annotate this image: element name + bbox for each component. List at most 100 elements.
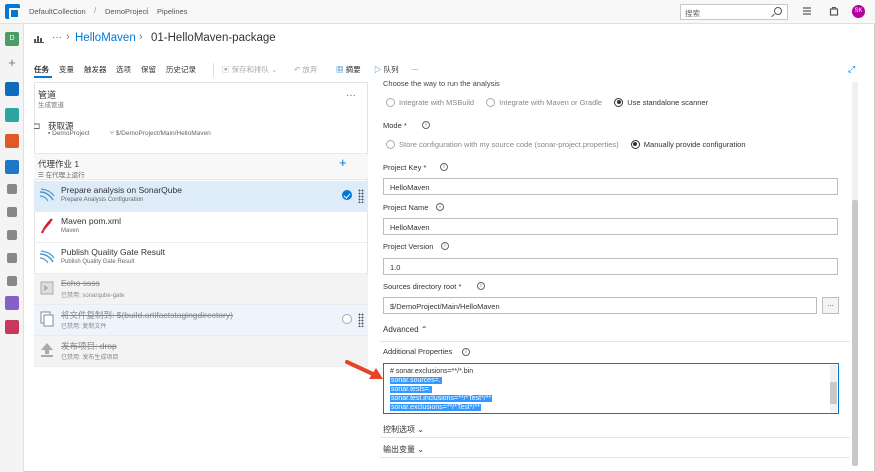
checklist-icon[interactable] xyxy=(802,6,812,16)
info-icon[interactable]: i xyxy=(462,348,470,356)
add-icon[interactable]: + xyxy=(5,56,19,70)
task-item-echo-disabled[interactable]: Echo ssss 已禁用: sonarqube-gate xyxy=(34,274,368,305)
add-task-plus-icon[interactable]: + xyxy=(339,156,347,169)
user-avatar[interactable]: SK xyxy=(852,5,865,18)
drag-handle-icon[interactable] xyxy=(358,313,364,327)
run-analysis-radio-group: Integrate with MSBuild Integrate with Ma… xyxy=(386,97,718,108)
server-icon: ☰ xyxy=(38,172,46,179)
pipeline-more-button[interactable]: ··· xyxy=(346,90,356,101)
info-icon[interactable]: i xyxy=(422,121,430,129)
radio-circle[interactable] xyxy=(386,97,395,107)
textarea-line-selected: sonar.exclusions=**/*Test*/** xyxy=(390,404,481,411)
repos-icon[interactable] xyxy=(5,134,19,148)
artifacts-icon[interactable] xyxy=(5,320,19,334)
config-scrollbar-thumb[interactable] xyxy=(852,200,858,466)
info-icon[interactable]: i xyxy=(440,163,448,171)
toolbar-more-button[interactable]: ... xyxy=(412,63,418,72)
builds-chart-icon[interactable] xyxy=(7,184,17,194)
breadcrumb-collection[interactable]: DefaultCollection xyxy=(29,7,86,16)
summary-button[interactable]: ▦ 摘要 xyxy=(336,64,361,75)
expand-icon[interactable]: ⤢ xyxy=(848,64,855,75)
breadcrumb-more-button[interactable]: ··· xyxy=(52,32,62,43)
mode-radio-group: Store configuration with my source code … xyxy=(386,139,756,150)
task-name: 发布项目: drop xyxy=(61,341,117,351)
radio-manual-config[interactable]: Manually provide configuration xyxy=(630,139,746,149)
releases-icon[interactable] xyxy=(7,207,17,217)
radio-circle-selected[interactable] xyxy=(630,139,640,149)
radio-maven-gradle[interactable]: Integrate with Maven or Gradle xyxy=(486,97,602,107)
toolbar-divider xyxy=(213,63,214,77)
source-path: ⑂ $/DemoProject/Main/HelloMaven xyxy=(110,130,211,137)
chevron-down-icon: ⌄ xyxy=(415,425,424,434)
sources-root-input[interactable]: $/DemoProject/Main/HelloMaven xyxy=(383,297,817,314)
task-item-maven[interactable]: Maven pom.xml Maven xyxy=(34,212,368,243)
task-item-copy-files-disabled[interactable]: 将文件复制到: $(build.artifactstagingdirectory… xyxy=(34,305,368,336)
additional-properties-textarea[interactable]: ······ # sonar.exclusions=**/*.bin sonar… xyxy=(383,363,839,414)
boards-icon[interactable] xyxy=(5,108,19,122)
test-plans-icon[interactable] xyxy=(5,296,19,310)
tab-options[interactable]: 选项 xyxy=(116,64,131,75)
textarea-line-selected: sonar.sources=. xyxy=(390,377,442,384)
info-icon[interactable]: i xyxy=(441,242,449,250)
check-circle-icon[interactable] xyxy=(342,190,352,200)
tab-history[interactable]: 历史记录 xyxy=(166,64,196,75)
breadcrumb-separator: / xyxy=(146,6,149,15)
breadcrumb-project[interactable]: DemoProject xyxy=(105,7,148,16)
project-key-input[interactable]: HelloMaven xyxy=(383,178,838,195)
run-analysis-label: Choose the way to run the analysis xyxy=(383,79,500,88)
task-item-quality-gate[interactable]: Publish Quality Gate Result Publish Qual… xyxy=(34,243,368,274)
search-icon[interactable] xyxy=(774,7,782,15)
deployment-groups-icon[interactable] xyxy=(7,276,17,286)
project-name-input[interactable]: HelloMaven xyxy=(383,218,838,235)
search-box[interactable]: 搜索 xyxy=(680,4,788,20)
browse-button[interactable]: ... xyxy=(822,297,839,314)
red-arrow-annotation-icon xyxy=(345,360,383,379)
pipelines-icon[interactable] xyxy=(5,160,19,174)
get-sources-icon: ⊐ xyxy=(33,121,41,131)
project-version-input[interactable]: 1.0 xyxy=(383,258,838,275)
project-name-label: Project Name xyxy=(383,203,429,212)
radio-circle[interactable] xyxy=(486,97,496,107)
tab-tasks[interactable]: 任务 xyxy=(34,64,49,75)
save-queue-button[interactable]: ▣ 保存和排队 ⌄ xyxy=(222,64,277,75)
source-project: ▪ DemoProject xyxy=(48,130,90,137)
textarea-scrollbar-thumb[interactable] xyxy=(830,382,837,404)
definition-name[interactable]: 01-HelloMaven-package xyxy=(151,32,276,44)
breadcrumb-separator: / xyxy=(94,6,97,15)
output-variables-toggle[interactable]: 输出变量 ⌄ xyxy=(383,444,424,455)
sonarqube-icon xyxy=(39,250,55,264)
tab-variables[interactable]: 变量 xyxy=(59,64,74,75)
task-item-prepare-sonarqube[interactable]: Prepare analysis on SonarQube Prepare An… xyxy=(34,181,368,212)
breadcrumb-pipelines[interactable]: Pipelines xyxy=(157,7,187,16)
advanced-section-toggle[interactable]: Advanced ⌃ xyxy=(383,325,428,334)
radio-standalone-scanner[interactable]: Use standalone scanner xyxy=(614,97,708,107)
discard-button[interactable]: ↶ 放弃 xyxy=(294,64,317,75)
task-item-publish-artifact-disabled[interactable]: 发布项目: drop 已禁用: 发布生成项目 xyxy=(34,336,368,367)
textarea-line: # sonar.exclusions=**/*.bin xyxy=(390,368,474,375)
drag-handle-icon[interactable] xyxy=(358,189,364,203)
radio-store-config[interactable]: Store configuration with my source code … xyxy=(386,139,619,149)
shopping-bag-icon[interactable] xyxy=(829,6,839,16)
azure-devops-logo-icon[interactable] xyxy=(5,4,20,19)
chevron-right-icon: › xyxy=(66,31,70,43)
sonarqube-icon xyxy=(39,188,55,202)
info-icon[interactable]: i xyxy=(477,282,485,290)
radio-msbuild[interactable]: Integrate with MSBuild xyxy=(386,97,474,107)
queue-button[interactable]: ▷ 队列 xyxy=(374,64,399,75)
info-icon[interactable]: i xyxy=(436,203,444,211)
task-groups-icon[interactable] xyxy=(7,253,17,263)
overview-icon[interactable] xyxy=(5,82,19,96)
tab-retention[interactable]: 保留 xyxy=(141,64,156,75)
summary-label: 摘要 xyxy=(345,65,361,74)
control-options-toggle[interactable]: 控制选项 ⌄ xyxy=(383,424,424,435)
chevron-down-icon: ⌄ xyxy=(269,65,278,74)
tab-triggers[interactable]: 触发器 xyxy=(84,64,107,75)
enable-toggle-circle[interactable] xyxy=(342,314,352,324)
org-avatar[interactable]: D xyxy=(5,32,19,46)
radio-circle[interactable] xyxy=(386,139,395,149)
section-divider xyxy=(380,437,850,438)
radio-circle-selected[interactable] xyxy=(614,97,624,107)
pipeline-name-link[interactable]: HelloMaven xyxy=(75,32,136,44)
task-name: 将文件复制到: $(build.artifactstagingdirectory… xyxy=(61,310,233,320)
library-icon[interactable] xyxy=(7,230,17,240)
